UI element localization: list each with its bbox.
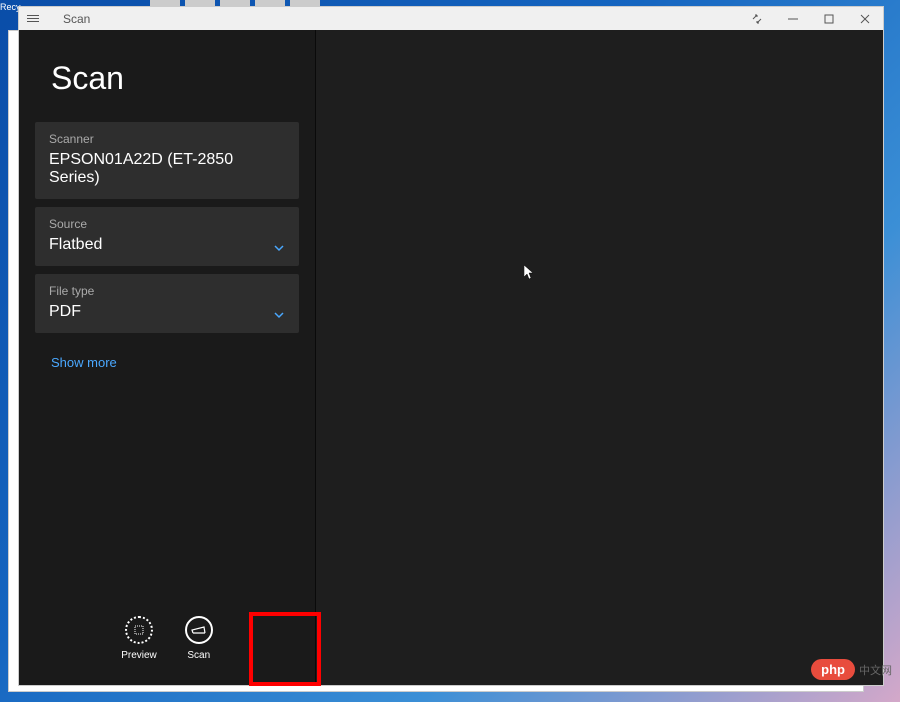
preview-icon <box>133 624 145 636</box>
hamburger-menu-button[interactable] <box>27 10 45 28</box>
watermark-bubble: php <box>811 659 855 680</box>
scan-button[interactable]: Scan <box>185 616 213 661</box>
source-value: Flatbed <box>49 236 285 254</box>
mouse-cursor-icon <box>524 265 536 284</box>
titlebar: Scan <box>19 7 883 30</box>
scanner-setting[interactable]: Scanner EPSON01A22D (ET-2850 Series) <box>35 122 299 199</box>
preview-label: Preview <box>121 650 157 661</box>
source-label: Source <box>49 217 285 231</box>
filetype-label: File type <box>49 284 285 298</box>
preview-icon-wrapper <box>125 616 153 644</box>
maximize-icon <box>824 14 834 24</box>
page-title: Scan <box>35 60 299 97</box>
close-button[interactable] <box>847 7 883 30</box>
show-more-link[interactable]: Show more <box>35 341 299 384</box>
filetype-setting[interactable]: File type PDF <box>35 274 299 333</box>
scanner-icon <box>191 624 207 636</box>
fullscreen-icon <box>751 13 763 25</box>
settings-sidebar: Scan Scanner EPSON01A22D (ET-2850 Series… <box>19 30 315 685</box>
bottom-actions: Preview Scan <box>35 616 299 665</box>
close-icon <box>860 14 870 24</box>
scan-icon-wrapper <box>185 616 213 644</box>
chevron-down-icon <box>273 311 285 319</box>
app-content: Scan Scanner EPSON01A22D (ET-2850 Series… <box>19 30 883 685</box>
scan-label: Scan <box>187 650 210 661</box>
app-title: Scan <box>63 12 90 26</box>
scanner-value: EPSON01A22D (ET-2850 Series) <box>49 151 285 187</box>
watermark: php 中文网 <box>811 659 892 680</box>
scanner-label: Scanner <box>49 132 285 146</box>
chevron-down-icon <box>273 244 285 252</box>
preview-button[interactable]: Preview <box>121 616 157 661</box>
fullscreen-button[interactable] <box>739 7 775 30</box>
minimize-icon <box>788 14 798 24</box>
watermark-text: 中文网 <box>859 662 892 678</box>
window-controls <box>739 7 883 30</box>
minimize-button[interactable] <box>775 7 811 30</box>
maximize-button[interactable] <box>811 7 847 30</box>
source-setting[interactable]: Source Flatbed <box>35 207 299 266</box>
scan-app-window: Scan <box>18 6 884 686</box>
preview-area <box>315 30 883 685</box>
filetype-value: PDF <box>49 303 285 321</box>
